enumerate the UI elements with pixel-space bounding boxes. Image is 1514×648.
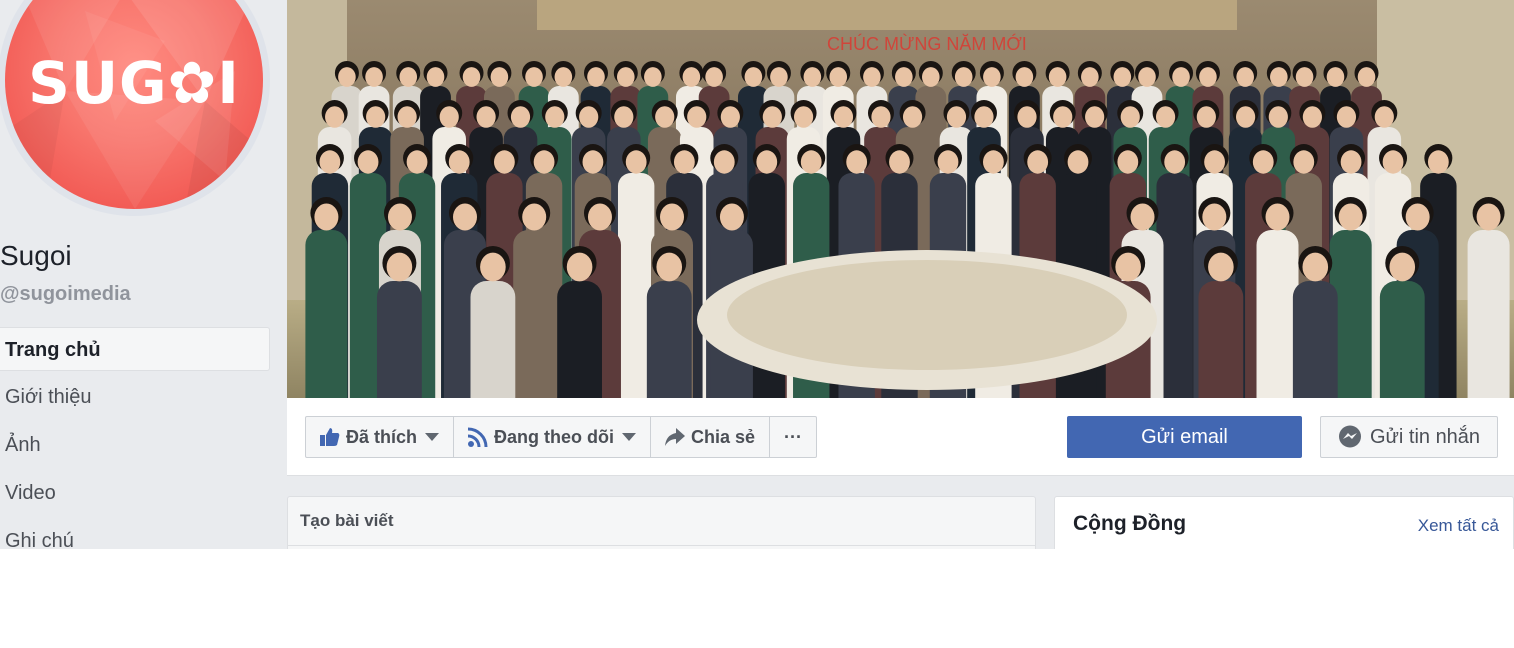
nav-item-about[interactable]: Giới thiệu <box>0 375 270 419</box>
community-card: Cộng Đồng Xem tất cả <box>1054 496 1514 549</box>
more-button[interactable]: ··· <box>770 417 816 457</box>
nav-item-photos[interactable]: Ảnh <box>0 423 270 467</box>
cover-photo[interactable]: CHÚC MỪNG NĂM MỚI <box>287 0 1514 398</box>
profile-picture[interactable]: SUG✿I <box>0 0 270 216</box>
messenger-icon <box>1338 425 1361 448</box>
community-title: Cộng Đồng <box>1073 512 1187 535</box>
share-label: Chia sẻ <box>691 426 756 447</box>
logo-text: SUG✿I <box>28 49 240 117</box>
more-icon: ··· <box>784 426 803 447</box>
page-handle[interactable]: @sugoimedia <box>0 283 131 306</box>
create-post-title: Tạo bài viết <box>300 511 394 530</box>
liked-button[interactable]: Đã thích <box>306 417 455 457</box>
page-nav: Trang chủ Giới thiệu Ảnh Video Ghi chú <box>0 327 270 549</box>
see-all-link[interactable]: Xem tất cả <box>1418 516 1499 536</box>
nav-item-notes[interactable]: Ghi chú <box>0 519 270 549</box>
cover-banner-text: CHÚC MỪNG NĂM MỚI <box>827 33 1027 54</box>
facebook-page-view: SUG✿I Sugoi @sugoimedia Trang chủ Giới t… <box>0 0 1514 549</box>
send-email-button[interactable]: Gửi email <box>1067 416 1302 458</box>
create-post-card[interactable]: Tạo bài viết <box>287 496 1036 549</box>
send-message-button[interactable]: Gửi tin nhắn <box>1320 416 1498 458</box>
page-action-bar: Đã thích Đang theo dõi Chia sẻ ··· Gửi e… <box>287 398 1514 476</box>
liked-label: Đã thích <box>346 426 418 447</box>
page-name[interactable]: Sugoi <box>0 240 72 272</box>
page-action-buttons: Đã thích Đang theo dõi Chia sẻ ··· <box>305 416 818 458</box>
sugoi-logo: SUG✿I <box>5 0 263 209</box>
share-button[interactable]: Chia sẻ <box>651 417 771 457</box>
following-button[interactable]: Đang theo dõi <box>454 417 652 457</box>
caret-down-icon <box>622 433 637 441</box>
rss-icon <box>468 427 488 447</box>
thumbs-up-icon <box>320 428 340 446</box>
following-label: Đang theo dõi <box>494 426 615 447</box>
nav-item-home[interactable]: Trang chủ <box>0 327 270 371</box>
nav-item-videos[interactable]: Video <box>0 471 270 515</box>
divider <box>288 545 1035 546</box>
share-arrow-icon <box>665 428 686 446</box>
send-message-label: Gửi tin nhắn <box>1369 425 1481 448</box>
caret-down-icon <box>425 433 440 441</box>
